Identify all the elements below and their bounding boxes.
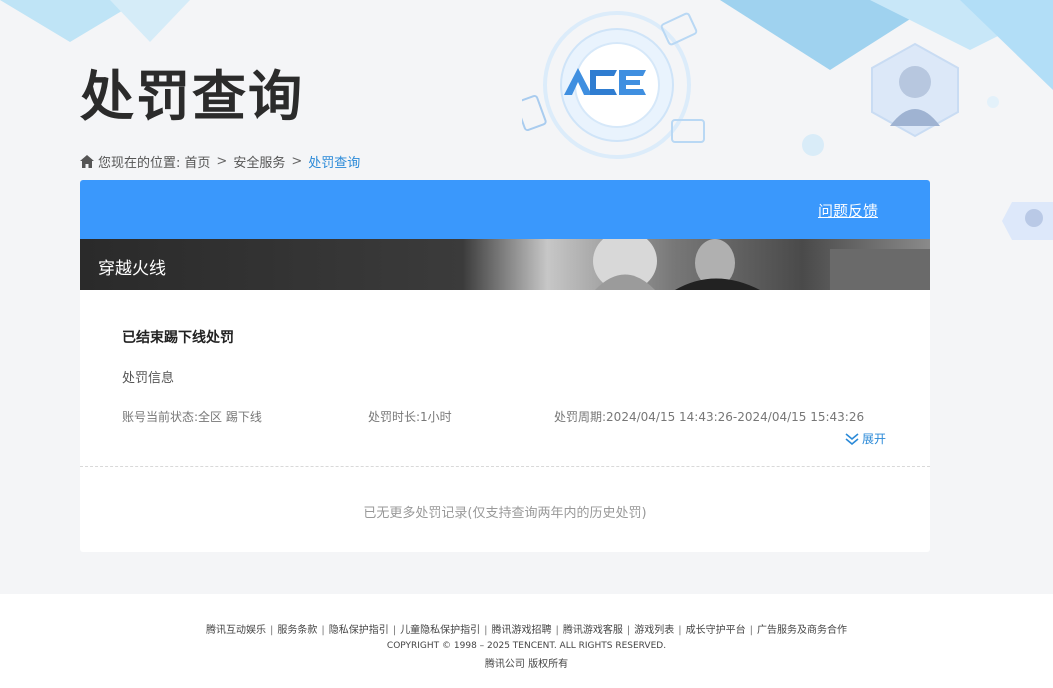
decor-triangle <box>960 0 1053 90</box>
breadcrumb-current: 处罚查询 <box>308 156 361 171</box>
breadcrumb-prefix: 您现在的位置: <box>98 156 181 171</box>
footer-link[interactable]: 腾讯游戏客服 <box>563 625 623 636</box>
breadcrumb-home[interactable]: 首页 <box>184 152 210 171</box>
expand-label: 展开 <box>861 432 886 446</box>
footer-links: 腾讯互动娱乐 | 服务条款 | 隐私保护指引 | 儿童隐私保护指引 | 腾讯游戏招聘 | 腾讯游戏客… <box>206 625 847 636</box>
footer-link[interactable]: 游戏列表 <box>634 625 674 636</box>
page-title: 处罚查询 <box>80 65 304 128</box>
decor-dot <box>987 96 999 108</box>
account-status: 账号当前状态:全区 踢下线 <box>122 410 262 424</box>
decor-dot <box>802 134 824 156</box>
penalty-panel: 问题反馈 穿越火线 已结束踢下线处罚 处罚信息 账号当前状态:全区 踢下线 处罚… <box>80 180 930 552</box>
footer-link[interactable]: 服务条款 <box>277 625 317 636</box>
character-avatar <box>871 42 959 138</box>
breadcrumb-security-services[interactable]: 安全服务 <box>233 152 285 171</box>
penalty-period: 处罚周期:2024/04/15 14:43:26-2024/04/15 15:4… <box>554 410 865 424</box>
penalty-duration: 处罚时长:1小时 <box>368 410 452 424</box>
footer-link[interactable]: 隐私保护指引 <box>329 625 389 636</box>
penalty-record: 已结束踢下线处罚 处罚信息 账号当前状态:全区 踢下线 处罚时长:1小时 处罚周… <box>80 290 930 467</box>
feedback-link[interactable]: 问题反馈 <box>818 200 878 221</box>
breadcrumb-separator: > <box>291 154 303 169</box>
panel-header: 问题反馈 <box>80 180 930 239</box>
home-icon <box>80 155 94 168</box>
game-name: 穿越火线 <box>98 259 166 279</box>
footer-link[interactable]: 腾讯游戏招聘 <box>492 625 552 636</box>
copyright: COPYRIGHT © 1998 – 2025 TENCENT. ALL RIG… <box>386 641 667 651</box>
record-subtitle: 处罚信息 <box>122 371 175 386</box>
footer-link[interactable]: 儿童隐私保护指引 <box>400 625 480 636</box>
no-more-records: 已无更多处罚记录(仅支持查询两年内的历史处罚) <box>363 506 647 521</box>
copyright-owner: 腾讯公司 版权所有 <box>484 659 569 670</box>
footer-link[interactable]: 腾讯互动娱乐 <box>206 625 266 636</box>
footer-link[interactable]: 成长守护平台 <box>686 625 746 636</box>
breadcrumb-separator: > <box>216 154 228 169</box>
chevron-double-down-icon <box>845 432 859 445</box>
game-banner: 穿越火线 <box>80 239 930 290</box>
expand-button[interactable]: 展开 <box>845 430 886 447</box>
footer: 腾讯互动娱乐 | 服务条款 | 隐私保护指引 | 儿童隐私保护指引 | 腾讯游戏招聘 | 腾讯游戏客… <box>0 594 1053 688</box>
banner-characters-image <box>593 239 930 290</box>
decor-triangle <box>110 0 190 42</box>
breadcrumb: 您现在的位置: 首页 > 安全服务 > 处罚查询 <box>80 152 360 171</box>
record-title: 已结束踢下线处罚 <box>122 330 234 346</box>
character-avatar-small <box>1002 202 1053 240</box>
footer-link[interactable]: 广告服务及商务合作 <box>757 625 847 636</box>
ace-logo <box>522 11 705 159</box>
